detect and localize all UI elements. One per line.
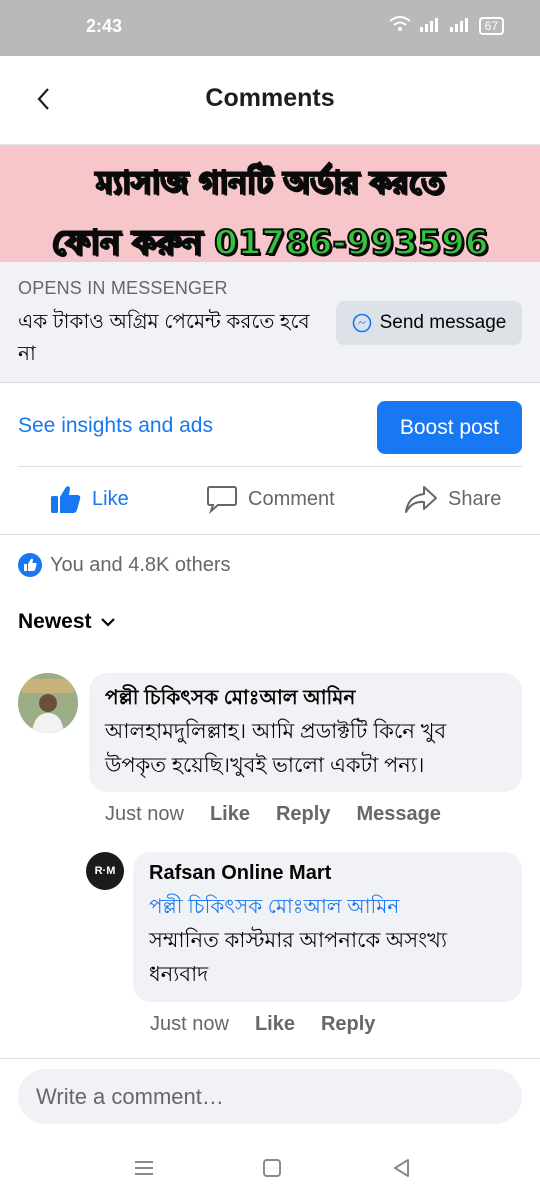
sort-label: Newest [18, 610, 92, 633]
comment-message-button[interactable]: Message [356, 803, 441, 826]
send-message-label: Send message [379, 312, 507, 333]
comments-header: Comments [0, 56, 540, 145]
reply-text: সম্মানিত কাস্টমার আপনাকে অসংখ্য ধন্যবাদ [149, 929, 447, 986]
like-button[interactable]: Like [50, 484, 129, 514]
wifi-icon [389, 16, 411, 35]
opens-in-messenger-label: OPENS IN MESSENGER [18, 278, 228, 298]
comment-bubble-icon [207, 486, 237, 514]
reactions-text: You and 4.8K others [50, 553, 231, 576]
triangle-back-icon [394, 1159, 409, 1177]
share-button[interactable]: Share [404, 484, 501, 514]
square-icon [263, 1159, 281, 1177]
avatar-logo: R·M [94, 865, 116, 877]
home-button[interactable] [258, 1154, 286, 1182]
reactions-summary[interactable]: You and 4.8K others [18, 553, 231, 577]
like-label: Like [92, 487, 129, 510]
like-reaction-icon [18, 553, 42, 577]
avatar[interactable] [18, 673, 78, 733]
messenger-cta: OPENS IN MESSENGER এক টাকাও অগ্রিম পেমেন… [0, 262, 540, 383]
comment-label: Comment [248, 487, 335, 510]
signal-icon [419, 16, 441, 35]
menu-icon [135, 1161, 153, 1175]
reply-meta: Just now Like Reply [150, 1013, 375, 1036]
share-label: Share [448, 487, 502, 510]
reply-reply-button[interactable]: Reply [321, 1013, 375, 1036]
reply-like-button[interactable]: Like [255, 1013, 295, 1036]
system-nav-bar [0, 1136, 540, 1200]
reply-avatar[interactable]: R·M [86, 852, 124, 890]
cta-description: এক টাকাও অগ্রিম পেমেন্ট করতে হবে না [18, 311, 310, 365]
divider [0, 1058, 540, 1059]
comment-text: আলহামদুলিল্লাহ। আমি প্রডাক্টটি কিনে খুব … [105, 720, 447, 777]
signal-icon-2 [449, 16, 471, 35]
status-bar: 2:43 67 [0, 0, 540, 56]
comment-time: Just now [105, 803, 184, 825]
reply-mention-link[interactable]: পল্লী চিকিৎসক মোঃআল আমিন [149, 892, 399, 925]
user-photo-icon [18, 673, 78, 733]
comment-input[interactable] [18, 1069, 522, 1124]
ad-banner-image[interactable]: ম্যাসাজ গানটি অর্ডার করতে ফোন করুন 01786… [0, 145, 540, 264]
sort-dropdown[interactable]: Newest [18, 610, 116, 634]
send-message-button[interactable]: Send message [336, 301, 522, 345]
comment-bubble: পল্লী চিকিৎসক মোঃআল আমিন আলহামদুলিল্লাহ।… [89, 673, 522, 792]
comment-meta: Just now Like Reply Message [105, 803, 441, 826]
reply-time: Just now [150, 1013, 229, 1035]
see-insights-link[interactable]: See insights and ads [18, 414, 213, 438]
battery-indicator: 67 [478, 16, 504, 35]
reply-author[interactable]: Rafsan Online Mart [149, 862, 331, 885]
comment-author[interactable]: পল্লী চিকিৎসক মোঃআল আমিন [105, 683, 355, 716]
divider [18, 466, 522, 467]
system-back-button[interactable] [388, 1154, 416, 1182]
share-arrow-icon [405, 486, 437, 513]
messenger-icon [352, 313, 371, 333]
comment-reply-button[interactable]: Reply [276, 803, 330, 826]
chevron-down-icon [100, 618, 115, 627]
banner-line-1: ম্যাসাজ গানটি অর্ডার করতে [95, 164, 446, 202]
status-icons: 67 [389, 16, 504, 35]
comment-button[interactable]: Comment [206, 484, 335, 514]
reply-bubble: Rafsan Online Mart পল্লী চিকিৎসক মোঃআল আ… [133, 852, 522, 1002]
divider [0, 534, 540, 535]
boost-post-button[interactable]: Boost post [377, 401, 522, 454]
comment-like-button[interactable]: Like [210, 803, 250, 826]
thumbs-up-icon [51, 486, 81, 513]
recent-apps-button[interactable] [130, 1154, 158, 1182]
post-actions: Like Comment Share [0, 470, 540, 532]
status-time: 2:43 [86, 16, 123, 36]
page-title: Comments [205, 84, 335, 112]
